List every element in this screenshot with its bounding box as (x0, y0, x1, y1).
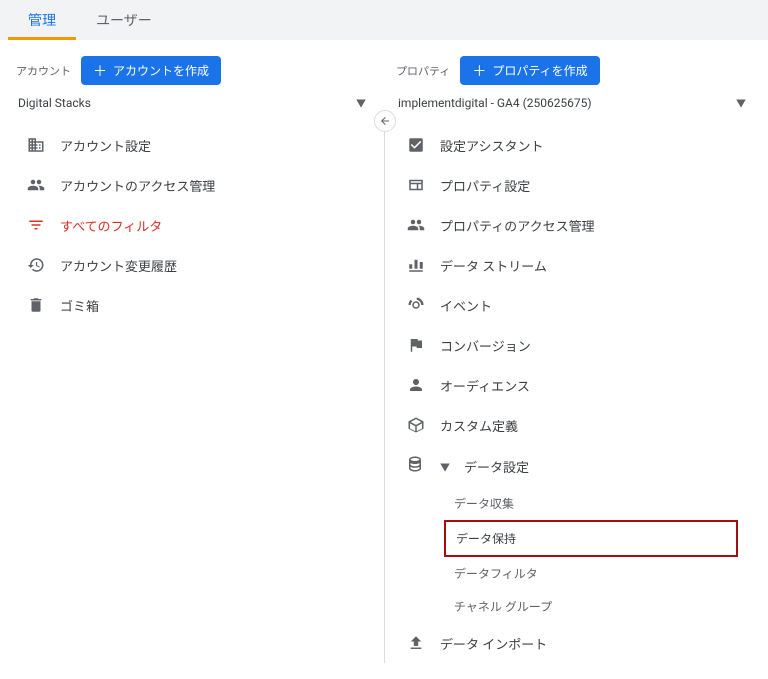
conversions[interactable]: コンバージョン (396, 325, 752, 365)
business-icon (26, 135, 46, 155)
account-history-label: アカウント変更履歴 (60, 256, 177, 275)
data-settings[interactable]: ▼ データ設定 (396, 445, 752, 487)
property-label: プロパティ (396, 63, 450, 79)
account-settings[interactable]: アカウント設定 (16, 125, 372, 165)
caret-down-icon: ▼ (440, 459, 450, 474)
check-box-icon (406, 135, 426, 155)
account-filters[interactable]: すべてのフィルタ (16, 205, 372, 245)
account-column: アカウント ＋ アカウントを作成 Digital Stacks ▼ アカウント設… (8, 56, 380, 663)
data-import-label: データ インポート (440, 634, 547, 653)
dropdown-icon: ▼ (736, 95, 746, 110)
data-streams-label: データ ストリーム (440, 256, 547, 275)
property-column: プロパティ ＋ プロパティを作成 implementdigital - GA4 … (388, 56, 760, 663)
filter-icon (26, 215, 46, 235)
tab-users[interactable]: ユーザー (76, 0, 172, 40)
data-settings-submenu: データ収集 データ保持 データフィルタ チャネル グループ (444, 487, 752, 623)
property-selected-name: implementdigital - GA4 (250625675) (398, 96, 592, 110)
custom-definitions-label: カスタム定義 (440, 416, 518, 435)
property-selector[interactable]: implementdigital - GA4 (250625675) ▼ (396, 91, 752, 121)
property-settings[interactable]: プロパティ設定 (396, 165, 752, 205)
back-button[interactable] (374, 110, 396, 132)
conversions-label: コンバージョン (440, 336, 531, 355)
audience-icon (406, 375, 426, 395)
property-access[interactable]: プロパティのアクセス管理 (396, 205, 752, 245)
setup-assistant-label: 設定アシスタント (440, 136, 543, 155)
create-property-label: プロパティを作成 (492, 62, 587, 79)
layout-icon (406, 175, 426, 195)
account-selector[interactable]: Digital Stacks ▼ (16, 91, 372, 121)
top-tabs: 管理 ユーザー (0, 0, 768, 40)
tab-admin[interactable]: 管理 (8, 0, 76, 40)
account-trash-label: ゴミ箱 (60, 296, 99, 315)
plus-icon: ＋ (472, 64, 486, 78)
people-icon (26, 175, 46, 195)
account-access[interactable]: アカウントのアクセス管理 (16, 165, 372, 205)
data-retention[interactable]: データ保持 (444, 520, 738, 557)
custom-definitions[interactable]: カスタム定義 (396, 405, 752, 445)
events-label: イベント (440, 296, 492, 315)
flag-icon (406, 335, 426, 355)
data-collection[interactable]: データ収集 (444, 487, 752, 520)
create-property-button[interactable]: ＋ プロパティを作成 (460, 56, 599, 85)
timeline-line (384, 116, 385, 663)
events[interactable]: イベント (396, 285, 752, 325)
data-streams[interactable]: データ ストリーム (396, 245, 752, 285)
upload-icon (406, 633, 426, 653)
data-settings-label: データ設定 (464, 457, 529, 476)
account-settings-label: アカウント設定 (60, 136, 151, 155)
account-trash[interactable]: ゴミ箱 (16, 285, 372, 325)
create-account-label: アカウントを作成 (113, 62, 209, 79)
audiences-label: オーディエンス (440, 376, 530, 395)
property-settings-label: プロパティ設定 (440, 176, 530, 195)
plus-icon: ＋ (93, 64, 107, 78)
arrow-left-icon (379, 115, 391, 127)
account-selected-name: Digital Stacks (18, 96, 91, 110)
audiences[interactable]: オーディエンス (396, 365, 752, 405)
setup-assistant[interactable]: 設定アシスタント (396, 125, 752, 165)
trash-icon (26, 295, 46, 315)
data-filters[interactable]: データフィルタ (444, 557, 752, 590)
dropdown-icon: ▼ (356, 95, 366, 110)
account-label: アカウント (16, 63, 71, 79)
custom-icon (406, 415, 426, 435)
history-icon (26, 255, 46, 275)
streams-icon (406, 255, 426, 275)
create-account-button[interactable]: ＋ アカウントを作成 (81, 56, 221, 85)
account-access-label: アカウントのアクセス管理 (60, 176, 215, 195)
account-history[interactable]: アカウント変更履歴 (16, 245, 372, 285)
channel-groups[interactable]: チャネル グループ (444, 590, 752, 623)
people-icon (406, 215, 426, 235)
property-access-label: プロパティのアクセス管理 (440, 216, 595, 235)
events-icon (406, 295, 426, 315)
data-import[interactable]: データ インポート (396, 623, 752, 663)
database-icon (406, 455, 424, 477)
account-filters-label: すべてのフィルタ (60, 216, 162, 235)
